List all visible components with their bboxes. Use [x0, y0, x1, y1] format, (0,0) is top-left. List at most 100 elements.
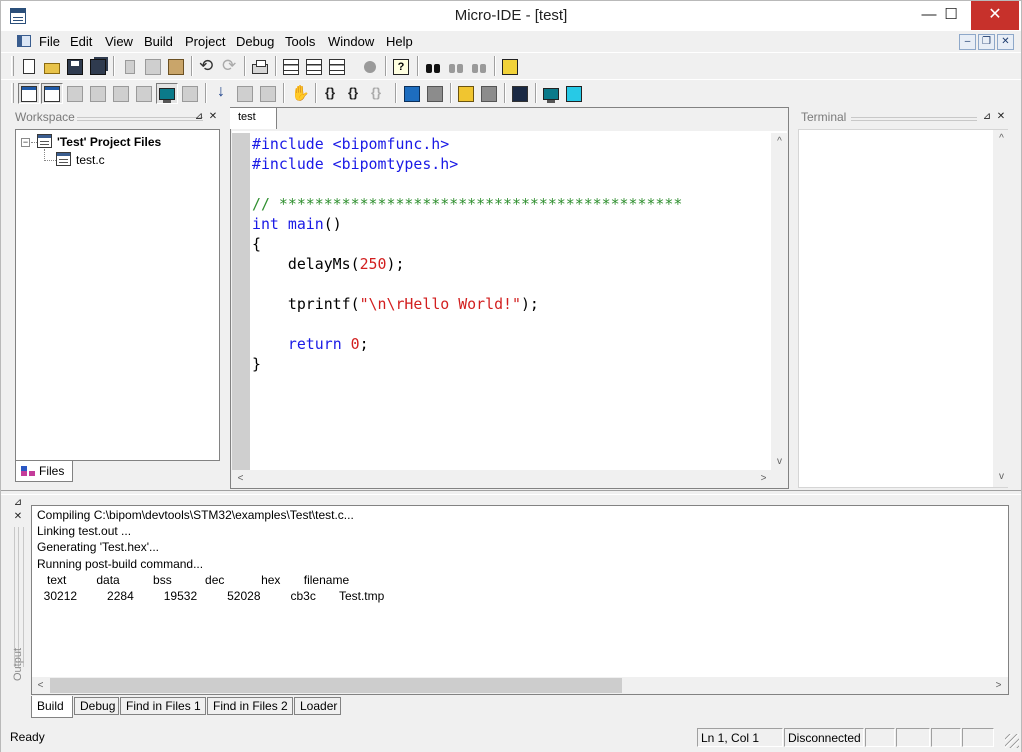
rebuild-icon[interactable]	[326, 56, 348, 77]
help-icon[interactable]: ?	[390, 56, 412, 77]
output-toggle-icon[interactable]	[41, 83, 63, 104]
tree-file-test-c[interactable]: test.c	[76, 153, 105, 167]
step-out-icon[interactable]	[257, 83, 279, 104]
redo-icon[interactable]	[219, 56, 241, 77]
build-icon[interactable]	[303, 56, 325, 77]
tab-files[interactable]: Files	[15, 461, 73, 482]
tab-find-in-files-1[interactable]: Find in Files 1	[120, 697, 206, 715]
output-dock-icon[interactable]: ⊿	[12, 497, 24, 509]
terminal-vertical-scrollbar[interactable]: ^ v	[993, 130, 1010, 487]
terminal-icon[interactable]	[563, 83, 585, 104]
terminal-area[interactable]	[798, 129, 1008, 488]
editor-horizontal-scrollbar[interactable]: < >	[232, 470, 787, 487]
step-over-icon[interactable]	[234, 83, 256, 104]
scroll-left-icon[interactable]: <	[32, 677, 49, 694]
toolbar-grip[interactable]	[11, 56, 14, 76]
terminal-icon[interactable]	[540, 83, 562, 104]
scroll-thumb[interactable]	[50, 678, 622, 693]
connect-icon[interactable]	[509, 83, 531, 104]
memory-icon[interactable]	[87, 83, 109, 104]
terminal-toggle-icon[interactable]	[156, 83, 178, 104]
code-line[interactable]: #include <bipomfunc.h>	[252, 134, 682, 154]
code-line[interactable]: // *************************************…	[252, 194, 682, 214]
tab-test[interactable]: test	[230, 108, 277, 129]
menu-debug[interactable]: Debug	[236, 34, 274, 49]
go-break-icon[interactable]	[367, 83, 389, 104]
tab-loader[interactable]: Loader	[294, 697, 341, 715]
resize-grip[interactable]	[1005, 734, 1019, 748]
run-to-cursor-icon[interactable]	[321, 83, 343, 104]
workspace-dock-icon[interactable]: ⊿	[193, 111, 205, 124]
watch-icon[interactable]	[64, 83, 86, 104]
menu-project[interactable]: Project	[185, 34, 225, 49]
close-button[interactable]: ✕	[971, 1, 1019, 30]
terminal-dock-icon[interactable]: ⊿	[981, 111, 993, 124]
scroll-up-icon[interactable]: ^	[993, 130, 1010, 147]
tree-expander[interactable]: −	[21, 138, 30, 147]
download-icon[interactable]	[401, 83, 423, 104]
editor-gutter[interactable]	[232, 133, 250, 470]
open-folder-icon[interactable]	[41, 56, 63, 77]
callstack-icon[interactable]	[179, 83, 201, 104]
find-icon[interactable]	[422, 56, 444, 77]
code-line[interactable]: }	[252, 354, 682, 374]
scroll-right-icon[interactable]: >	[990, 677, 1007, 694]
output-close-icon[interactable]: ✕	[12, 511, 24, 523]
code-line[interactable]: #include <bipomtypes.h>	[252, 154, 682, 174]
tab-find-in-files-2[interactable]: Find in Files 2	[207, 697, 293, 715]
scroll-right-icon[interactable]: >	[755, 470, 772, 487]
find-in-files-icon[interactable]	[499, 56, 521, 77]
save-all-icon[interactable]	[87, 56, 109, 77]
code-line[interactable]: return 0;	[252, 334, 682, 354]
menu-file[interactable]: File	[39, 34, 60, 49]
code-line[interactable]	[252, 314, 682, 334]
menu-build[interactable]: Build	[144, 34, 173, 49]
bookmark-icon[interactable]	[478, 83, 500, 104]
compile-icon[interactable]	[280, 56, 302, 77]
scroll-down-icon[interactable]: v	[771, 453, 788, 470]
workspace-toggle-icon[interactable]	[18, 83, 40, 104]
code-line[interactable]: tprintf("\n\rHello World!");	[252, 294, 682, 314]
scroll-up-icon[interactable]: ^	[771, 133, 788, 150]
code-text[interactable]: #include <bipomfunc.h> #include <bipomtyp…	[252, 134, 682, 374]
menu-tools[interactable]: Tools	[285, 34, 315, 49]
scroll-down-icon[interactable]: v	[993, 468, 1010, 485]
print-icon[interactable]	[249, 56, 271, 77]
output-horizontal-scrollbar[interactable]: < >	[32, 677, 1008, 694]
maximize-button[interactable]: ☐	[931, 1, 971, 30]
find-next-icon[interactable]	[445, 56, 467, 77]
menu-help[interactable]: Help	[386, 34, 413, 49]
panel-splitter[interactable]	[1, 490, 1021, 495]
menu-edit[interactable]: Edit	[70, 34, 92, 49]
code-line[interactable]: delayMs(250);	[252, 254, 682, 274]
tree-project-label[interactable]: 'Test' Project Files	[57, 135, 161, 149]
mdi-restore-button[interactable]: ❐	[978, 34, 995, 50]
code-line[interactable]: {	[252, 234, 682, 254]
new-file-icon[interactable]	[18, 56, 40, 77]
find-prev-icon[interactable]	[468, 56, 490, 77]
stop-build-icon[interactable]	[359, 56, 381, 77]
scroll-left-icon[interactable]: <	[232, 470, 249, 487]
code-line[interactable]	[252, 174, 682, 194]
save-icon[interactable]	[64, 56, 86, 77]
reset-icon[interactable]	[424, 83, 446, 104]
step-into-icon[interactable]	[211, 83, 233, 104]
header-grip[interactable]	[77, 117, 203, 121]
tab-build[interactable]: Build	[31, 696, 73, 718]
disassembly-icon[interactable]	[133, 83, 155, 104]
mdi-minimize-button[interactable]: –	[959, 34, 976, 50]
cut-icon[interactable]	[119, 56, 141, 77]
menu-view[interactable]: View	[105, 34, 133, 49]
terminal-close-icon[interactable]: ✕	[995, 111, 1007, 124]
header-grip[interactable]	[851, 117, 977, 121]
halt-icon[interactable]	[289, 83, 311, 104]
mdi-close-button[interactable]: ✕	[997, 34, 1014, 50]
document-icon[interactable]	[17, 35, 31, 47]
go-icon[interactable]	[344, 83, 366, 104]
menu-window[interactable]: Window	[328, 34, 374, 49]
toolbar-grip[interactable]	[11, 83, 14, 103]
code-line[interactable]: int main()	[252, 214, 682, 234]
paste-icon[interactable]	[165, 56, 187, 77]
undo-icon[interactable]	[196, 56, 218, 77]
copy-icon[interactable]	[142, 56, 164, 77]
